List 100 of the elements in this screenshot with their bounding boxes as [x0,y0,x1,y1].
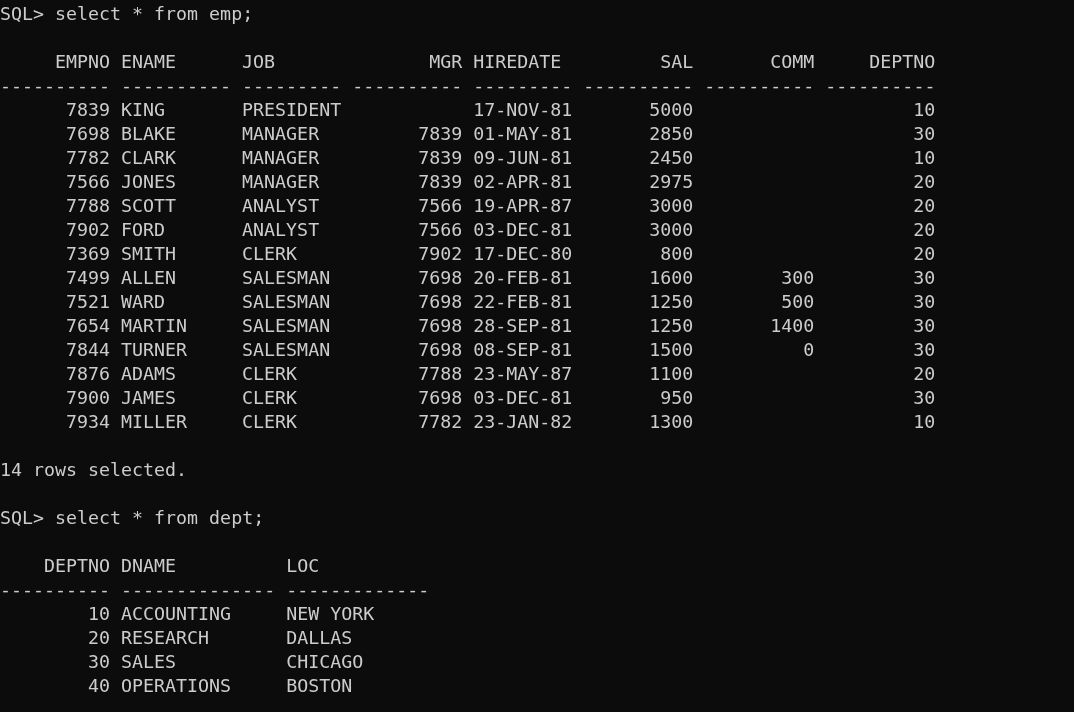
table-cell: TURNER [121,338,188,362]
table-cell: MILLER [121,410,188,434]
table-cell: 2450 [649,146,694,170]
table-cell: RESEARCH [121,626,210,650]
table-cell: 1250 [649,314,694,338]
table-cell: 10 [88,602,111,626]
table-cell: 800 [660,242,694,266]
table-cell: SMITH [121,242,177,266]
column-rule: ---------- [583,74,694,98]
table-cell: MARTIN [121,314,188,338]
table-cell: CLERK [242,386,298,410]
table-cell: 2850 [649,122,694,146]
table-cell: 20 [913,218,936,242]
table-cell: 03-DEC-81 [473,218,573,242]
table-cell: 300 [781,266,815,290]
table-cell: SCOTT [121,194,177,218]
table-cell: 40 [88,674,111,698]
table-cell: 30 [913,122,936,146]
table-cell: 3000 [649,218,694,242]
table-cell: 7839 [418,146,463,170]
table-cell: OPERATIONS [121,674,232,698]
table-cell: 23-JAN-82 [473,410,573,434]
table-cell: 20 [913,242,936,266]
table-cell: CLERK [242,362,298,386]
table-cell: 7698 [418,386,463,410]
table-cell: 0 [803,338,815,362]
table-cell: 500 [781,290,815,314]
table-cell: 7788 [66,194,111,218]
table-cell: 7698 [418,338,463,362]
table-cell: 10 [913,146,936,170]
table-cell: 7844 [66,338,111,362]
table-cell: 7566 [418,194,463,218]
table-cell: PRESIDENT [242,98,342,122]
column-header: DEPTNO [868,50,936,74]
table-cell: 17-NOV-81 [473,98,573,122]
column-rule: -------------- [121,578,276,602]
table-cell: 30 [913,290,936,314]
column-rule: --------- [473,74,573,98]
table-cell: 03-DEC-81 [473,386,573,410]
table-cell: NEW YORK [286,602,375,626]
table-cell: SALESMAN [242,290,331,314]
table-cell: 30 [913,338,936,362]
table-cell: 7900 [66,386,111,410]
table-cell: 7654 [66,314,111,338]
table-cell: 3000 [649,194,694,218]
table-cell: SALESMAN [242,314,331,338]
table-cell: 7782 [418,410,463,434]
table-cell: BOSTON [286,674,353,698]
table-cell: 7499 [66,266,111,290]
table-cell: MANAGER [242,170,320,194]
table-cell: 20 [88,626,111,650]
table-cell: 10 [913,98,936,122]
sql-prompt: SQL> [0,2,45,26]
column-rule: ---------- [704,74,815,98]
table-cell: 950 [660,386,694,410]
column-rule: --------- [242,74,342,98]
table-cell: MANAGER [242,122,320,146]
table-cell: 1400 [770,314,815,338]
table-cell: 7839 [418,170,463,194]
column-header: HIREDATE [473,50,563,74]
column-rule: ---------- [352,74,463,98]
table-cell: 7521 [66,290,111,314]
table-cell: 1600 [649,266,694,290]
table-cell: CLERK [242,242,298,266]
table-cell: 7839 [418,122,463,146]
table-cell: 23-MAY-87 [473,362,573,386]
table-cell: CLARK [121,146,177,170]
sql-command: select * from dept; [55,506,265,530]
column-header: MGR [428,50,463,74]
table-cell: SALESMAN [242,266,331,290]
table-cell: 7839 [66,98,111,122]
table-cell: 1500 [649,338,694,362]
table-cell: 5000 [649,98,694,122]
table-cell: 7782 [66,146,111,170]
table-cell: ANALYST [242,194,320,218]
table-cell: 7902 [418,242,463,266]
table-cell: 17-DEC-80 [473,242,573,266]
table-cell: ADAMS [121,362,177,386]
sql-prompt: SQL> [0,506,45,530]
column-header: LOC [286,554,321,578]
table-cell: 30 [913,386,936,410]
column-rule: ---------- [825,74,936,98]
column-header: EMPNO [54,50,111,74]
table-cell: JONES [121,170,177,194]
table-cell: 7788 [418,362,463,386]
table-cell: 1100 [649,362,694,386]
column-header: COMM [769,50,815,74]
table-cell: 22-FEB-81 [473,290,573,314]
table-cell: 08-SEP-81 [473,338,573,362]
status-message: 14 rows selected. [0,458,188,482]
table-cell: 30 [913,314,936,338]
table-cell: 7566 [418,218,463,242]
table-cell: 09-JUN-81 [473,146,573,170]
table-cell: 2975 [649,170,694,194]
table-cell: 7566 [66,170,111,194]
table-cell: 30 [913,266,936,290]
table-cell: 7698 [418,290,463,314]
table-cell: BLAKE [121,122,177,146]
sql-command: select * from emp; [55,2,254,26]
table-cell: 10 [913,410,936,434]
